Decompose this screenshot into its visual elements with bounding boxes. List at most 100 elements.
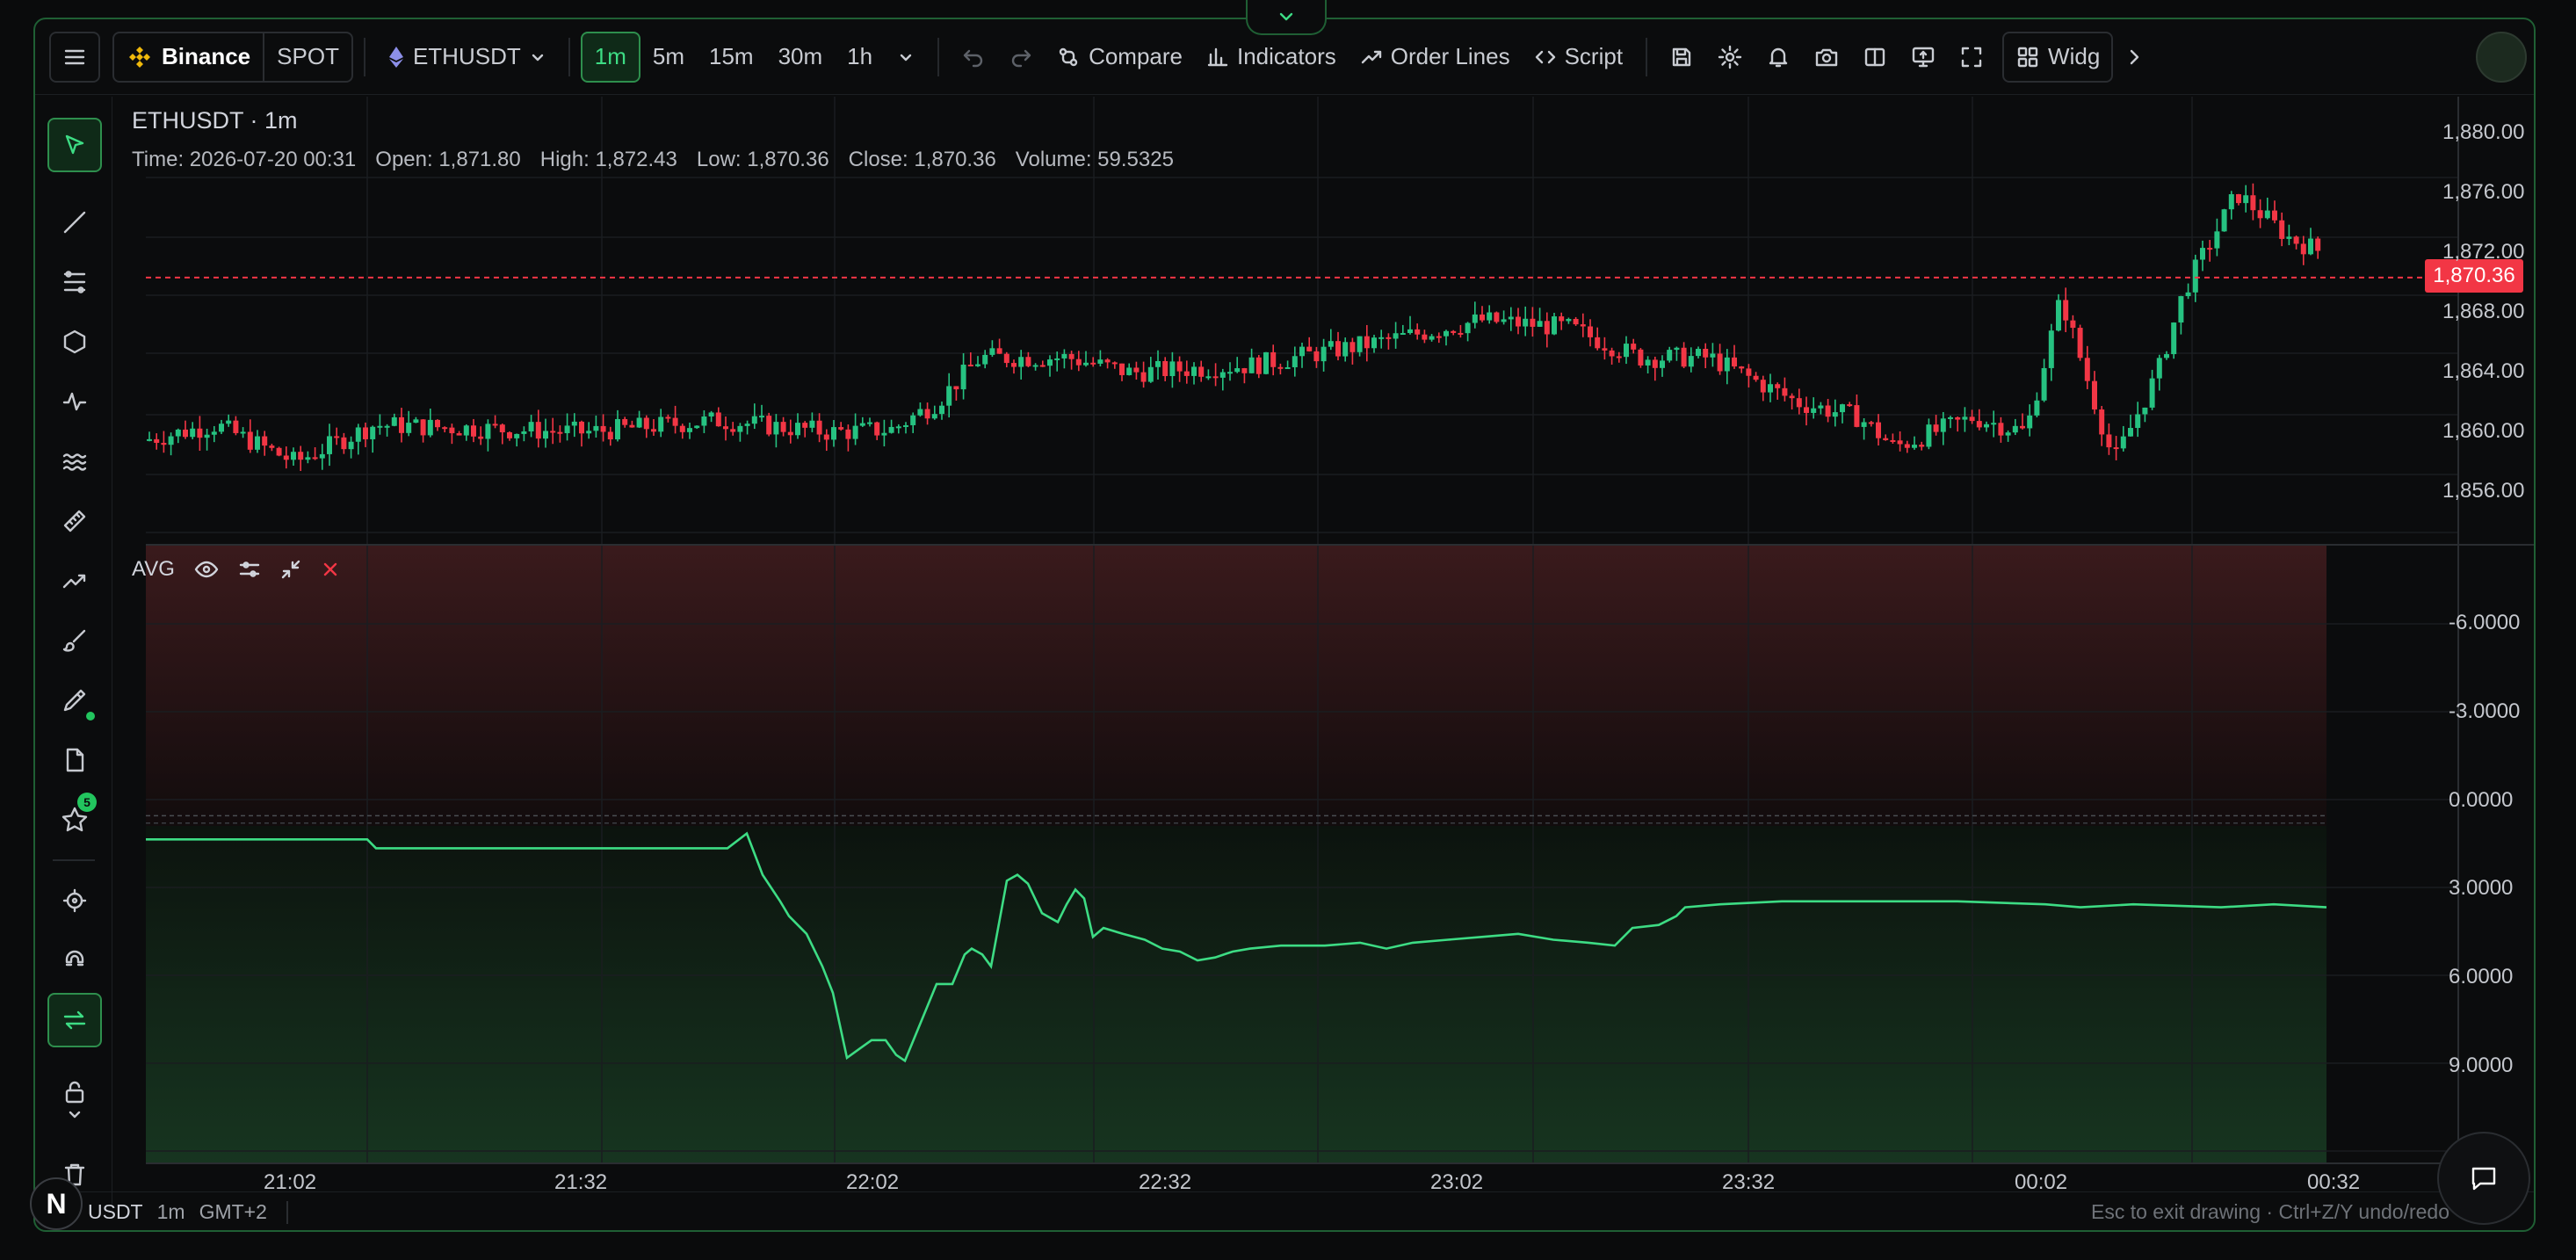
candle-body: [269, 445, 275, 448]
candle-body: [1580, 324, 1586, 327]
candle-body: [607, 431, 613, 440]
avg-tick-label: 9.0000: [2449, 1054, 2514, 1077]
candle-body: [737, 425, 743, 432]
candle-body: [1804, 407, 1809, 413]
waves-icon: [62, 448, 88, 474]
redo-button[interactable]: [997, 32, 1045, 83]
interval-1m[interactable]: 1m: [580, 31, 640, 83]
fullscreen-icon: [1960, 46, 1983, 69]
market-button[interactable]: SPOT: [264, 32, 351, 83]
candle-body: [708, 412, 714, 416]
script-button[interactable]: Script: [1523, 32, 1635, 83]
cursor-tool[interactable]: [47, 118, 102, 172]
candle-body: [888, 426, 894, 433]
interval-15m[interactable]: 15m: [697, 32, 766, 83]
line-tool[interactable]: [47, 195, 102, 250]
candle-body: [939, 405, 944, 415]
favorites-count-badge: 5: [77, 793, 97, 812]
settings-sliders-icon[interactable]: [238, 560, 261, 579]
candle-body: [456, 433, 462, 436]
interval-1h[interactable]: 1h: [835, 32, 885, 83]
symbol-selector[interactable]: ETHUSDT: [376, 32, 558, 83]
magnet-tool[interactable]: [47, 933, 102, 988]
candle-body: [406, 423, 412, 433]
candle-body: [233, 420, 239, 433]
hamburger-icon: [63, 47, 86, 67]
eyedropper-tool[interactable]: [47, 673, 102, 728]
candle-body: [1703, 348, 1709, 358]
candle-body: [1624, 344, 1629, 358]
trend-up-icon: [62, 568, 88, 594]
order-lines-label: Order Lines: [1390, 43, 1510, 69]
brand-logo[interactable]: N: [30, 1177, 83, 1230]
indicators-button[interactable]: Indicators: [1195, 32, 1349, 83]
alerts-button[interactable]: [1755, 32, 1802, 83]
candle-body: [1422, 334, 1428, 340]
candle-body: [312, 457, 318, 460]
menu-button[interactable]: [49, 31, 100, 83]
close-icon[interactable]: [321, 560, 340, 579]
interval-more-button[interactable]: [885, 32, 927, 83]
interval-30m[interactable]: 30m: [766, 32, 836, 83]
wave-tool[interactable]: [47, 434, 102, 489]
avatar[interactable]: [2476, 32, 2527, 83]
candle-body: [1075, 358, 1082, 366]
present-button[interactable]: [1899, 32, 1948, 83]
notes-tool[interactable]: [47, 733, 102, 787]
sync-tool[interactable]: [47, 993, 102, 1047]
candle-body: [622, 418, 628, 425]
candle-body: [1595, 337, 1601, 349]
candle-body: [1508, 316, 1514, 320]
price-tick-label: 1,864.00: [2442, 359, 2525, 383]
chat-bubble-icon: [2466, 1161, 2501, 1196]
toolbar-scroll-right[interactable]: [2113, 32, 2155, 83]
candle-body: [1003, 353, 1009, 364]
candle-body: [305, 457, 311, 460]
candle-body: [1825, 405, 1831, 417]
widgets-button[interactable]: Widg: [2002, 31, 2114, 83]
save-button[interactable]: [1658, 32, 1705, 83]
candle-body: [564, 425, 570, 433]
candle-body: [1688, 356, 1694, 367]
target-tool[interactable]: [47, 873, 102, 928]
candle-body: [183, 429, 188, 438]
eye-icon[interactable]: [194, 560, 219, 579]
magnet-icon: [62, 947, 88, 974]
favorites-tool[interactable]: 5: [47, 793, 102, 847]
brush-tool[interactable]: [47, 613, 102, 668]
shape-tool[interactable]: [47, 315, 102, 369]
candle-body: [1400, 333, 1406, 336]
compare-button[interactable]: Compare: [1045, 32, 1195, 83]
candle-body: [1458, 332, 1464, 335]
collapse-header-tab[interactable]: [1246, 0, 1327, 35]
forecast-tool[interactable]: [47, 554, 102, 608]
layout-button[interactable]: [1851, 32, 1899, 83]
candle-body: [694, 425, 700, 429]
candle-body: [1234, 368, 1241, 373]
candle-body: [1868, 422, 1874, 424]
settings-button[interactable]: [1705, 32, 1755, 83]
exchange-button[interactable]: Binance: [114, 32, 263, 83]
candle-body: [579, 421, 584, 434]
candle-body: [2128, 428, 2133, 437]
candle-body: [1364, 336, 1370, 349]
collapse-icon[interactable]: [280, 559, 301, 580]
more-tools-button[interactable]: [47, 1100, 102, 1130]
avg-negative-zone: [146, 545, 2326, 826]
pattern-tool[interactable]: [47, 374, 102, 429]
screenshot-button[interactable]: [1802, 32, 1851, 83]
interval-5m[interactable]: 5m: [640, 32, 697, 83]
candle-body: [1219, 372, 1226, 378]
fullscreen-button[interactable]: [1948, 32, 1995, 83]
price-chart[interactable]: [112, 97, 2536, 1204]
divider: [568, 37, 570, 76]
measure-tool[interactable]: [47, 494, 102, 548]
undo-button[interactable]: [950, 32, 997, 83]
candle-body: [2214, 231, 2220, 249]
candle-body: [1342, 342, 1349, 357]
candle-body: [1090, 362, 1096, 365]
chat-button[interactable]: [2437, 1132, 2530, 1225]
order-lines-button[interactable]: Order Lines: [1349, 32, 1523, 83]
fib-tool[interactable]: [47, 255, 102, 309]
candle-body: [1126, 367, 1132, 375]
